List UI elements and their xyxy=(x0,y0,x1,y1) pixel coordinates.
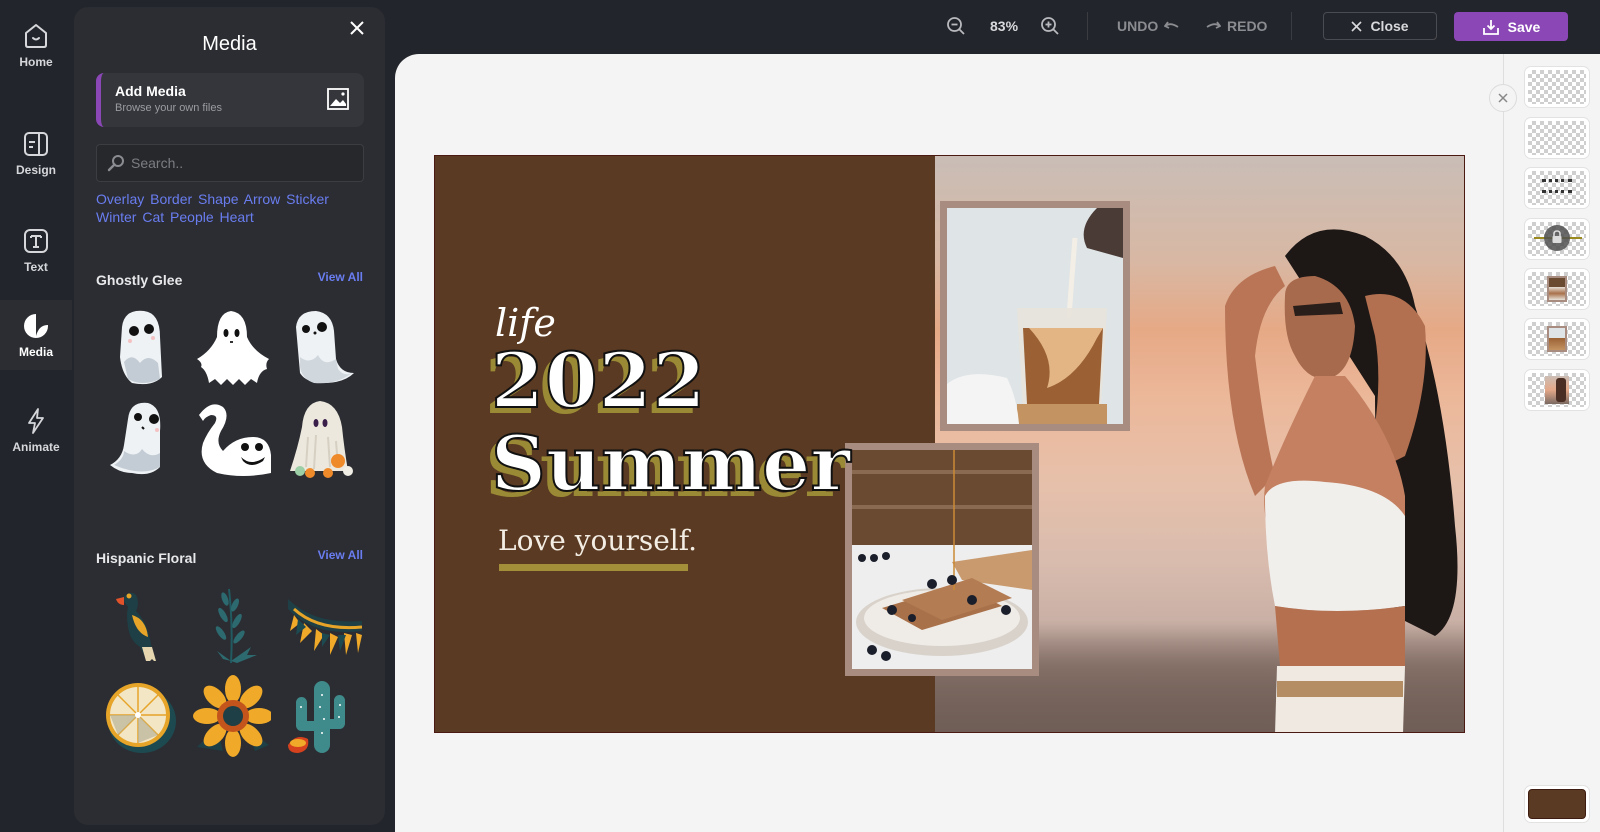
iced-coffee-photo-frame[interactable] xyxy=(940,201,1130,431)
sticker-grid-ghostly-glee xyxy=(100,303,364,483)
leaf-branch-sticker[interactable] xyxy=(191,581,273,671)
lock-icon xyxy=(1552,230,1562,243)
lightning-icon xyxy=(28,408,44,434)
tag-winter[interactable]: Winter xyxy=(96,209,136,225)
design-text-tagline[interactable]: Love yourself. xyxy=(498,524,697,557)
rail-item-home[interactable]: Home xyxy=(0,0,72,90)
text-icon xyxy=(24,229,48,253)
rail-item-animate[interactable]: Animate xyxy=(0,385,72,475)
undo-icon xyxy=(1164,21,1179,29)
top-toolbar: 83% UNDO REDO Close Save xyxy=(385,0,1600,54)
design-underline-bar[interactable] xyxy=(499,564,688,571)
cactus-sticker[interactable] xyxy=(282,671,364,761)
view-all-hispanic-floral[interactable]: View All xyxy=(318,548,363,562)
tag-overlay[interactable]: Overlay xyxy=(96,191,144,207)
add-media-subtitle: Browse your own files xyxy=(115,102,222,114)
ghost-chubby-sticker[interactable] xyxy=(100,303,182,393)
design-text-year[interactable]: 2022 xyxy=(490,340,707,422)
close-button[interactable]: Close xyxy=(1323,12,1437,40)
ghost-swan-sticker[interactable] xyxy=(191,393,273,483)
zoom-out-icon xyxy=(947,17,965,35)
ghost-leaning-sticker[interactable] xyxy=(100,393,182,483)
ghost-wavy-sticker[interactable] xyxy=(282,303,364,393)
rail-label-media: Media xyxy=(18,345,53,359)
toolbar-divider xyxy=(1291,12,1292,40)
panel-close-button[interactable] xyxy=(347,19,367,39)
woman-figure xyxy=(1225,229,1458,732)
zoom-in-button[interactable] xyxy=(1040,14,1060,38)
tag-shape[interactable]: Shape xyxy=(198,191,238,207)
layer-thumb-waffles[interactable] xyxy=(1525,269,1589,309)
view-all-ghostly-glee[interactable]: View All xyxy=(318,270,363,284)
section-title-ghostly-glee: Ghostly Glee xyxy=(96,272,183,288)
zoom-in-icon xyxy=(1041,17,1059,35)
citrus-slice-sticker[interactable] xyxy=(100,671,182,761)
design-text-summer[interactable]: Summer xyxy=(490,423,851,505)
ghost-pumpkins-sticker[interactable] xyxy=(282,393,364,483)
search-input[interactable] xyxy=(131,145,356,181)
section-title-hispanic-floral: Hispanic Floral xyxy=(96,550,197,566)
panel-title: Media xyxy=(202,33,257,55)
home-icon xyxy=(25,24,47,48)
layer-thumb-text[interactable] xyxy=(1525,168,1589,208)
rail-label-home: Home xyxy=(19,55,53,69)
toolbar-divider xyxy=(1087,12,1088,40)
undo-label: UNDO xyxy=(1117,18,1159,34)
ghost-sheet-sticker[interactable] xyxy=(191,303,273,393)
media-panel: Media Add Media Browse your own files Ov… xyxy=(74,7,385,825)
tag-arrow[interactable]: Arrow xyxy=(244,191,281,207)
add-media-title: Add Media xyxy=(115,83,186,99)
save-button[interactable]: Save xyxy=(1454,12,1568,41)
parrot-sticker[interactable] xyxy=(100,581,182,671)
rail-label-text: Text xyxy=(24,260,48,274)
sticker-grid-hispanic-floral xyxy=(100,581,364,761)
redo-button[interactable]: REDO xyxy=(1205,14,1267,38)
layers-close-button[interactable] xyxy=(1489,84,1517,112)
search-field[interactable] xyxy=(96,144,364,182)
left-rail: Home Design Text Media Animate xyxy=(0,0,74,832)
sunflower-sticker[interactable] xyxy=(191,671,273,761)
zoom-out-button[interactable] xyxy=(946,14,966,38)
close-icon xyxy=(350,21,364,35)
layer-thumb-underline-locked[interactable] xyxy=(1525,219,1589,259)
zoom-level: 83% xyxy=(990,18,1019,34)
rail-item-media[interactable]: Media xyxy=(0,300,72,370)
waffles-photo-frame[interactable] xyxy=(845,443,1039,676)
save-label: Save xyxy=(1507,18,1541,35)
tag-sticker[interactable]: Sticker xyxy=(286,191,329,207)
background-color-swatch[interactable] xyxy=(1525,786,1589,822)
rail-label-animate: Animate xyxy=(12,440,60,454)
tag-people[interactable]: People xyxy=(170,209,214,225)
iced-coffee-photo xyxy=(947,208,1123,424)
layer-thumb-coffee[interactable] xyxy=(1525,319,1589,359)
add-media-button[interactable]: Add Media Browse your own files xyxy=(96,73,364,127)
design-canvas[interactable]: life 2022 Summer Love yourself. xyxy=(434,155,1465,733)
rail-item-design[interactable]: Design xyxy=(0,108,72,198)
close-icon xyxy=(1351,20,1363,32)
close-label: Close xyxy=(1370,18,1409,34)
media-sticker-icon xyxy=(24,314,48,338)
undo-button[interactable]: UNDO xyxy=(1117,14,1180,38)
redo-label: REDO xyxy=(1227,18,1268,34)
tag-border[interactable]: Border xyxy=(150,191,192,207)
tag-heart[interactable]: Heart xyxy=(220,209,254,225)
search-icon xyxy=(107,155,124,172)
waffles-photo xyxy=(852,450,1032,669)
image-icon xyxy=(327,88,349,110)
layer-thumb-woman[interactable] xyxy=(1525,370,1589,410)
layer-thumb-2[interactable] xyxy=(1525,118,1589,158)
download-icon xyxy=(1482,19,1499,35)
papel-garland-sticker[interactable] xyxy=(282,581,364,671)
tag-list: Overlay Border Shape Arrow Sticker Winte… xyxy=(96,190,366,226)
rail-item-text[interactable]: Text xyxy=(0,200,72,300)
close-icon xyxy=(1498,93,1508,103)
rail-label-design: Design xyxy=(15,163,56,177)
tag-cat[interactable]: Cat xyxy=(142,209,164,225)
layer-thumb-1[interactable] xyxy=(1525,67,1589,107)
redo-icon xyxy=(1206,21,1221,29)
design-layout-icon xyxy=(24,132,48,156)
